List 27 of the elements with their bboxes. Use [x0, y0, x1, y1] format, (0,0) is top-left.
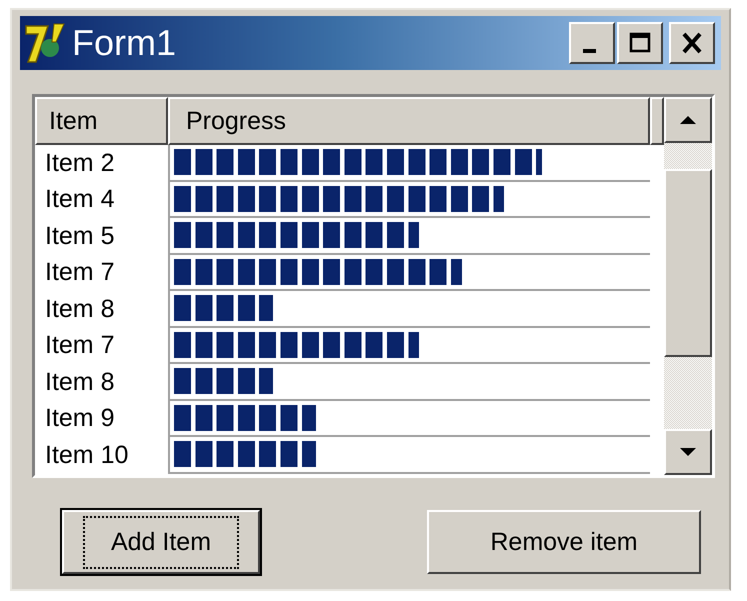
item-label: Item 4 [44, 185, 116, 214]
add-item-button[interactable]: Add Item [62, 510, 260, 574]
column-header[interactable]: Item [35, 97, 168, 145]
maximize-button[interactable] [617, 22, 663, 64]
window-title: Form1 [72, 22, 178, 64]
close-icon [680, 31, 704, 55]
column-header[interactable]: Progress [168, 97, 650, 145]
close-button[interactable] [669, 22, 715, 64]
item-label: Item 9 [44, 404, 116, 434]
item-label: Item 5 [44, 222, 116, 251]
item-label: Item 8 [44, 294, 116, 324]
scroll-up-button[interactable] [664, 97, 712, 143]
item-label: Item 10 [44, 440, 130, 470]
item-label: Item 8 [44, 368, 116, 397]
down-arrow-icon [679, 447, 697, 457]
remove-item-button[interactable]: Remove item [427, 510, 701, 574]
item-label: Item 7 [44, 258, 116, 288]
maximize-icon [628, 31, 652, 55]
item-label: Item 2 [44, 148, 116, 178]
minimize-button[interactable] [569, 22, 615, 64]
vertical-scrollbar[interactable] [664, 97, 712, 475]
minimize-icon [582, 49, 596, 53]
header-filler [650, 97, 664, 145]
scroll-thumb[interactable] [664, 169, 712, 357]
up-arrow-icon [679, 115, 697, 125]
scroll-down-button[interactable] [664, 429, 712, 475]
item-label: Item 7 [44, 331, 116, 360]
